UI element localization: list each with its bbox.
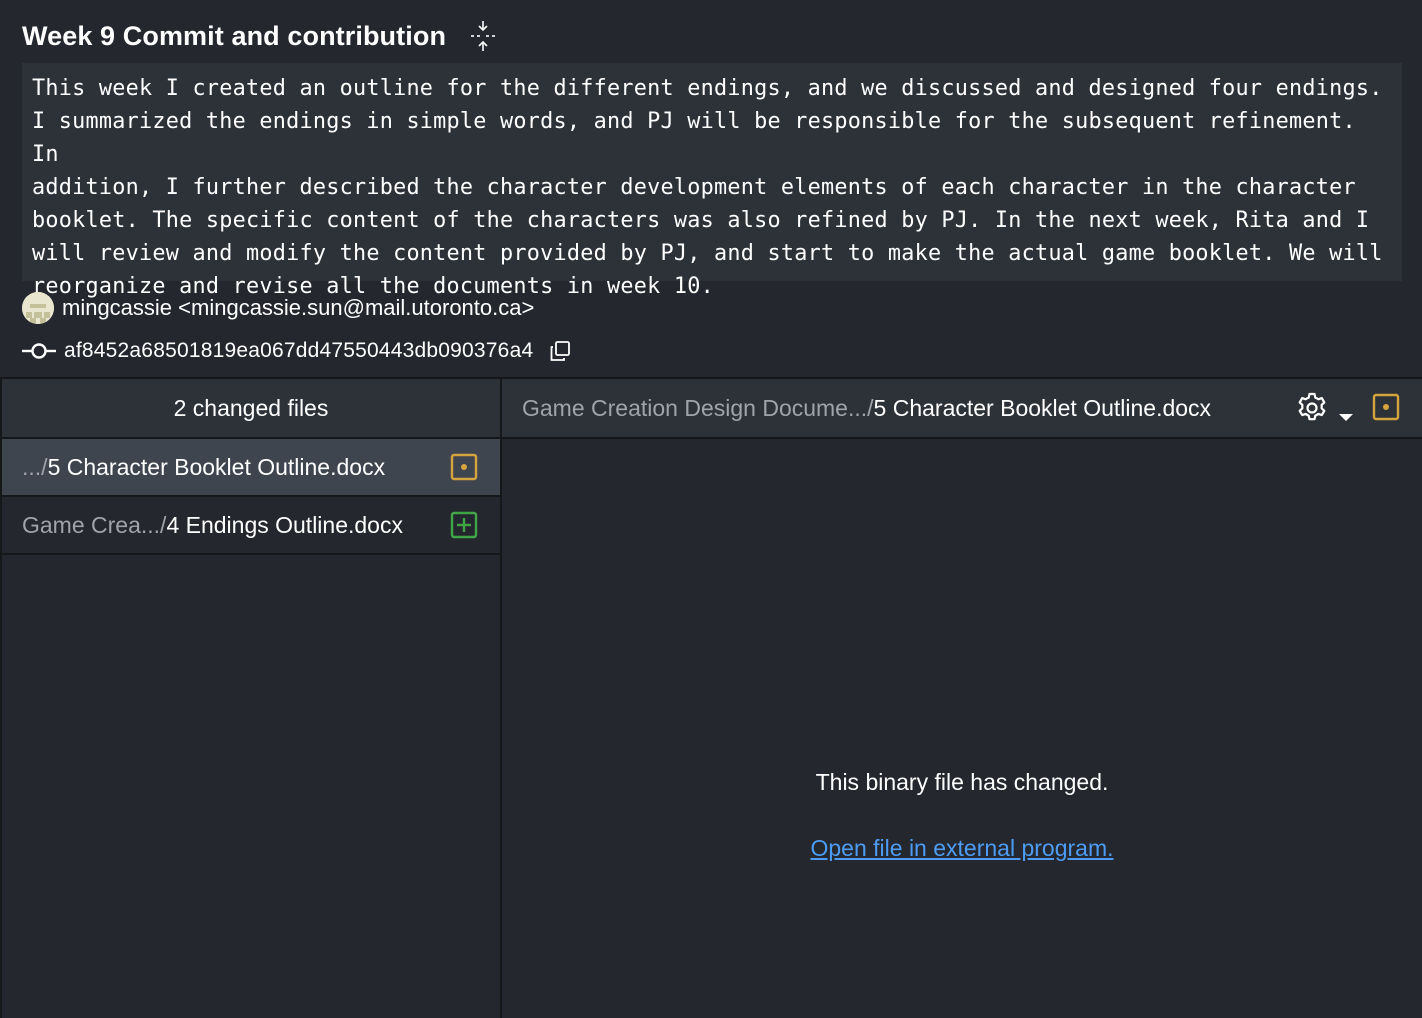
file-path-prefix: Game Crea.../ xyxy=(22,511,167,538)
file-list-item[interactable]: .../5 Character Booklet Outline.docx xyxy=(2,439,500,497)
commit-message: This week I created an outline for the d… xyxy=(32,76,1383,299)
open-external-container: Open file in external program. xyxy=(502,835,1422,862)
diff-pane: Game Creation Design Docume.../5 Charact… xyxy=(502,379,1422,1018)
avatar xyxy=(22,292,54,324)
commit-icon xyxy=(22,341,56,361)
copy-icon[interactable] xyxy=(549,340,571,362)
caret-down-icon xyxy=(1337,402,1355,421)
commit-message-box: This week I created an outline for the d… xyxy=(22,63,1402,299)
commit-author: mingcassie <mingcassie.sun@mail.utoronto… xyxy=(62,295,535,320)
title-row: Week 9 Commit and contribution xyxy=(22,16,498,56)
diff-file-name: 5 Character Booklet Outline.docx xyxy=(873,394,1212,421)
expand-icon[interactable] xyxy=(468,19,498,53)
changed-files-header: 2 changed files xyxy=(2,379,500,439)
file-name: 5 Character Booklet Outline.docx xyxy=(47,453,386,480)
file-path-prefix: .../ xyxy=(22,453,48,480)
binary-file-message: This binary file has changed. xyxy=(815,769,1109,795)
commit-title: Week 9 Commit and contribution xyxy=(22,20,447,51)
changed-files-pane: 2 changed files .../5 Character Booklet … xyxy=(0,379,500,1018)
sha-row: af8452a68501819ea067dd47550443db090376a4 xyxy=(22,336,571,366)
modified-icon xyxy=(450,453,478,481)
diff-header: Game Creation Design Docume.../5 Charact… xyxy=(502,379,1422,439)
added-icon xyxy=(450,511,478,539)
open-external-link[interactable]: Open file in external program. xyxy=(811,835,1114,861)
file-name: 4 Endings Outline.docx xyxy=(166,511,403,538)
diff-settings-button[interactable] xyxy=(1295,391,1355,425)
modified-icon xyxy=(1372,393,1400,421)
author-row: mingcassie <mingcassie.sun@mail.utoronto… xyxy=(22,292,534,324)
commit-header: Week 9 Commit and contribution This week… xyxy=(0,0,1422,378)
file-list-item[interactable]: Game Crea.../4 Endings Outline.docx xyxy=(2,497,500,555)
diff-path-prefix: Game Creation Design Docume.../ xyxy=(522,394,874,421)
gear-icon xyxy=(1295,391,1329,425)
commit-sha: af8452a68501819ea067dd47550443db090376a4 xyxy=(64,339,534,362)
